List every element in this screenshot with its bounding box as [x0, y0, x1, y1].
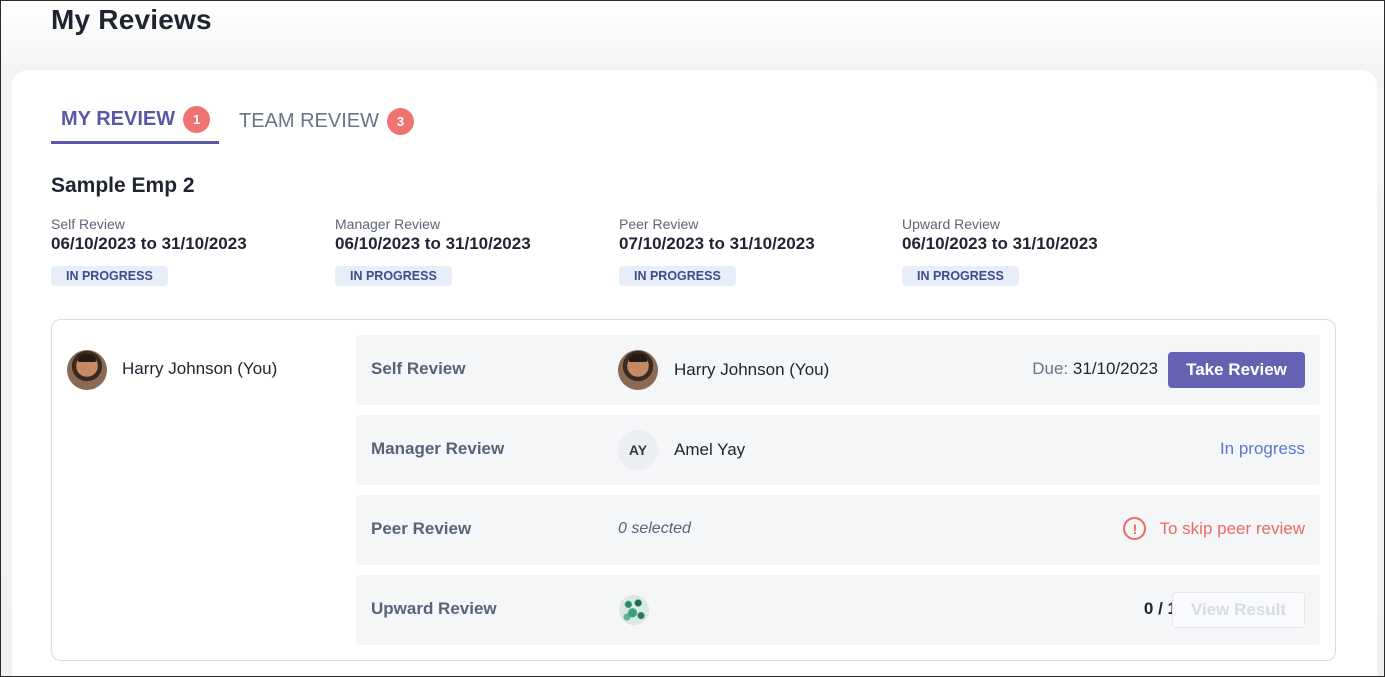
period-dates: 07/10/2023 to 31/10/2023 [619, 234, 815, 253]
reviewer-name: Amel Yay [674, 440, 746, 459]
reviews-card: MY REVIEW 1 TEAM REVIEW 3 Sample Emp 2 S… [12, 70, 1377, 677]
status-badge: IN PROGRESS [619, 266, 736, 286]
review-details-box: Harry Johnson (You) Self Review Harry Jo… [51, 319, 1336, 661]
manager-review-row: Manager Review AY Amel Yay In progress [356, 415, 1320, 485]
upward-review-row: Upward Review 0 / 1 View Result [356, 575, 1320, 645]
self-review-row: Self Review Harry Johnson (You) Due: 31/… [356, 335, 1320, 405]
due-date: Due: 31/10/2023 [1032, 359, 1158, 379]
tab-label: MY REVIEW [61, 108, 176, 130]
period-label: Manager Review [335, 216, 441, 232]
period-label: Peer Review [619, 216, 699, 232]
period-label: Upward Review [902, 216, 1001, 232]
peer-review-row: Peer Review 0 selected ! To skip peer re… [356, 495, 1320, 565]
avatar [67, 350, 107, 390]
due-label: Due: [1032, 359, 1069, 378]
status-badge: IN PROGRESS [51, 266, 168, 286]
tab-my-review[interactable]: MY REVIEW 1 [51, 98, 219, 144]
tab-team-review[interactable]: TEAM REVIEW 3 [229, 98, 419, 144]
row-label: Manager Review [371, 439, 505, 458]
count-badge: 3 [387, 107, 415, 135]
in-progress-link[interactable]: In progress [1220, 439, 1305, 459]
reviewer-name: Harry Johnson (You) [674, 360, 830, 379]
reviewee-name: Harry Johnson (You) [122, 359, 278, 378]
period-dates: 06/10/2023 to 31/10/2023 [51, 234, 247, 253]
skip-peer-review-link[interactable]: ! To skip peer review [1123, 517, 1305, 540]
alert-circle-icon: ! [1123, 517, 1147, 540]
page-title: My Reviews [51, 4, 212, 35]
count-badge: 1 [183, 106, 211, 133]
row-label: Upward Review [371, 599, 497, 618]
reviewer: AY Amel Yay [618, 430, 745, 470]
period-dates: 06/10/2023 to 31/10/2023 [335, 234, 531, 253]
skip-label: To skip peer review [1159, 518, 1305, 538]
due-value: 31/10/2023 [1072, 359, 1158, 378]
initials-avatar: AY [618, 430, 658, 470]
status-badge: IN PROGRESS [902, 266, 1019, 286]
avatar [618, 350, 658, 390]
row-label: Peer Review [371, 519, 472, 538]
period-upward-review: Upward Review 06/10/2023 to 31/10/2023 I… [902, 216, 1162, 286]
employee-name: Sample Emp 2 [51, 174, 195, 197]
view-result-button[interactable]: View Result [1172, 592, 1305, 628]
status-badge: IN PROGRESS [335, 266, 452, 286]
period-self-review: Self Review 06/10/2023 to 31/10/2023 IN … [51, 216, 311, 286]
reviewer: Harry Johnson (You) [618, 350, 829, 390]
row-label: Self Review [371, 359, 466, 378]
period-manager-review: Manager Review 06/10/2023 to 31/10/2023 … [335, 216, 595, 286]
avatar [619, 595, 649, 625]
period-label: Self Review [51, 216, 125, 232]
selected-count: 0 selected [618, 520, 691, 537]
take-review-button[interactable]: Take Review [1168, 352, 1305, 388]
period-dates: 06/10/2023 to 31/10/2023 [902, 234, 1098, 253]
period-peer-review: Peer Review 07/10/2023 to 31/10/2023 IN … [619, 216, 879, 286]
tab-label: TEAM REVIEW [239, 109, 380, 132]
